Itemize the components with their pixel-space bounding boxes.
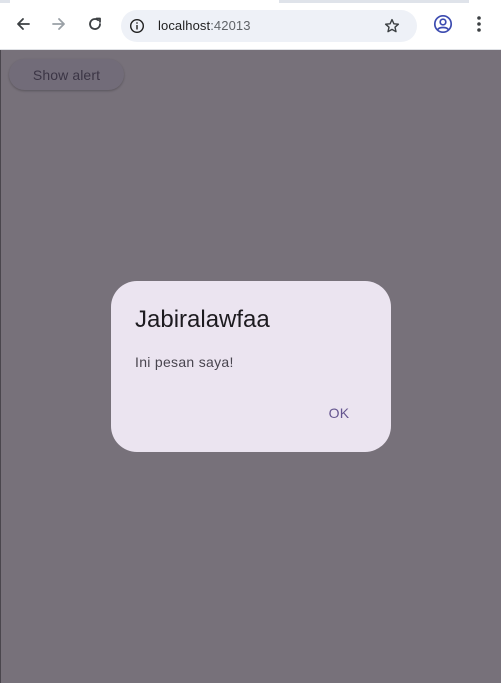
dialog-title: Jabiralawfaa	[135, 306, 270, 333]
forward-arrow-icon	[51, 16, 67, 32]
ok-button[interactable]: OK	[319, 397, 359, 429]
window-edge	[0, 50, 1, 683]
dialog-message: Ini pesan saya!	[135, 354, 234, 370]
url-text: localhost:42013	[158, 18, 251, 33]
show-alert-button[interactable]: Show alert	[9, 59, 124, 90]
profile-icon	[433, 14, 453, 34]
info-icon[interactable]	[128, 17, 146, 35]
back-button[interactable]	[10, 11, 36, 37]
profile-button[interactable]	[430, 11, 456, 37]
tab-edge	[0, 0, 10, 3]
forward-button[interactable]	[46, 11, 72, 37]
back-arrow-icon	[15, 16, 31, 32]
reload-icon	[87, 16, 103, 32]
alert-dialog: Jabiralawfaa Ini pesan saya! OK	[111, 281, 391, 452]
address-bar[interactable]: localhost:42013	[121, 10, 417, 42]
star-icon[interactable]	[382, 16, 402, 36]
tab-edge	[279, 0, 469, 3]
url-host: localhost	[158, 18, 211, 33]
url-port: :42013	[210, 18, 251, 33]
kebab-menu-icon	[476, 15, 482, 33]
browser-toolbar: localhost:42013	[0, 0, 501, 50]
menu-button[interactable]	[466, 11, 492, 37]
reload-button[interactable]	[82, 11, 108, 37]
